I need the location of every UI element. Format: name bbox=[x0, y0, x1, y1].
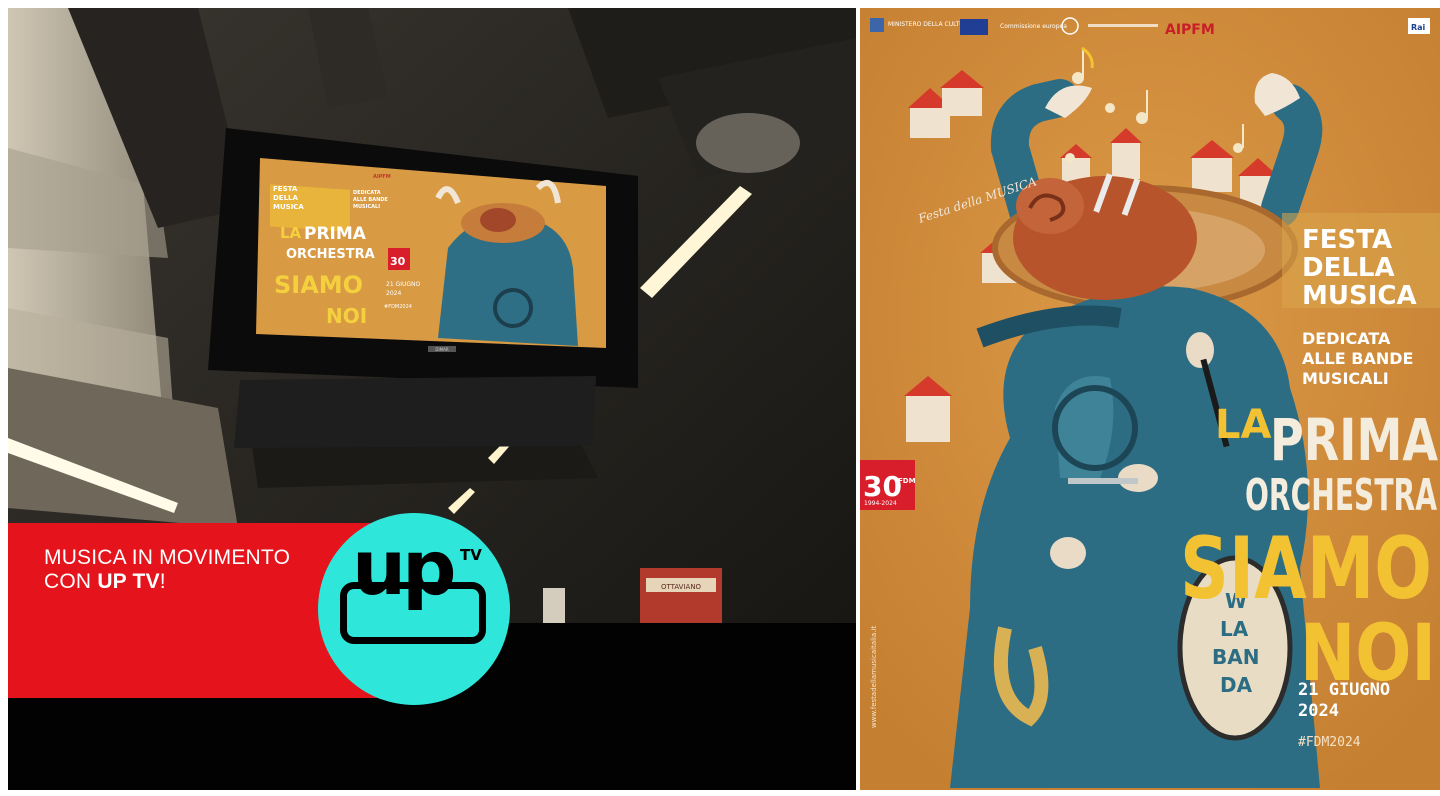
festa-line-2: DELLA bbox=[1302, 253, 1395, 283]
title-siamo: SIAMO bbox=[1180, 519, 1432, 619]
banner-brand: UP TV bbox=[97, 570, 160, 593]
svg-text:FDM: FDM bbox=[898, 477, 916, 485]
svg-text:BAN: BAN bbox=[1212, 645, 1259, 669]
title-la: LA bbox=[1215, 402, 1271, 448]
title-orchestra: ORCHESTRA bbox=[1245, 470, 1437, 521]
svg-text:SIAMO: SIAMO bbox=[274, 271, 363, 299]
svg-text:PRIMA: PRIMA bbox=[304, 224, 367, 244]
monitor-brand: DIMAR bbox=[435, 347, 448, 352]
svg-text:AIPFM: AIPFM bbox=[373, 174, 391, 180]
svg-text:DELLA: DELLA bbox=[273, 194, 299, 202]
date-line-1: 21 GIUGNO bbox=[1298, 680, 1390, 700]
logo-ministero: MINISTERO DELLA CULTURA bbox=[888, 21, 973, 28]
svg-text:#FDM2024: #FDM2024 bbox=[384, 304, 412, 310]
logo-aipfm: AIPFM bbox=[1165, 22, 1215, 38]
svg-text:ALLE BANDE: ALLE BANDE bbox=[353, 197, 388, 203]
svg-text:ORCHESTRA: ORCHESTRA bbox=[286, 247, 375, 262]
svg-text:21 GIUGNO: 21 GIUGNO bbox=[386, 281, 420, 288]
station-sign-text: OTTAVIANO bbox=[661, 583, 702, 591]
right-arm bbox=[1261, 84, 1323, 227]
banner-line-1: MUSICA IN MOVIMENTO bbox=[44, 546, 291, 569]
clarinet-player bbox=[1186, 332, 1214, 368]
date-line-2: 2024 bbox=[1298, 701, 1339, 721]
svg-text:FESTA: FESTA bbox=[273, 185, 298, 193]
poster-illustration: W LA BAN DA MINISTERO DELLA CULTURA Comm… bbox=[860, 8, 1440, 790]
svg-text:DEDICATA: DEDICATA bbox=[353, 190, 381, 196]
svg-text:LA: LA bbox=[1220, 617, 1249, 641]
dedicata-line-2: ALLE BANDE bbox=[1302, 349, 1413, 368]
festa-musica-poster: W LA BAN DA MINISTERO DELLA CULTURA Comm… bbox=[860, 8, 1440, 790]
dedicata-line-1: DEDICATA bbox=[1302, 329, 1391, 348]
dedicata-line-3: MUSICALI bbox=[1302, 369, 1389, 388]
promo-banner-text: MUSICA IN MOVIMENTO CON UP TV! bbox=[44, 546, 290, 594]
svg-text:NOI: NOI bbox=[326, 304, 367, 328]
festa-line-3: MUSICA bbox=[1302, 281, 1417, 311]
up-tv-logo-superscript: TV bbox=[460, 546, 482, 564]
logo-rai: Rai bbox=[1411, 23, 1426, 32]
svg-text:DA: DA bbox=[1220, 673, 1253, 697]
title-prima: PRIMA bbox=[1270, 406, 1438, 474]
svg-text:MUSICALI: MUSICALI bbox=[353, 204, 380, 210]
banner-line-2: CON UP TV! bbox=[44, 570, 166, 593]
hashtag: #FDM2024 bbox=[1298, 735, 1361, 750]
logo-commissione: Commissione europea bbox=[1000, 23, 1067, 30]
svg-text:1994-2024: 1994-2024 bbox=[864, 500, 897, 507]
station-sign bbox=[640, 568, 722, 623]
svg-text:2024: 2024 bbox=[386, 290, 401, 297]
website-url: www.festadellamusicaitalia.it bbox=[870, 626, 878, 728]
saxophone-player bbox=[1050, 537, 1086, 569]
up-tv-logo-text: up bbox=[352, 523, 456, 612]
svg-text:MUSICA: MUSICA bbox=[273, 203, 304, 211]
svg-text:30: 30 bbox=[390, 255, 406, 268]
svg-text:LA: LA bbox=[280, 224, 302, 242]
festa-line-1: FESTA bbox=[1302, 225, 1392, 255]
svg-text:30: 30 bbox=[863, 470, 902, 503]
screen-poster: FESTA DELLA MUSICA DEDICATA ALLE BANDE M… bbox=[256, 158, 606, 348]
